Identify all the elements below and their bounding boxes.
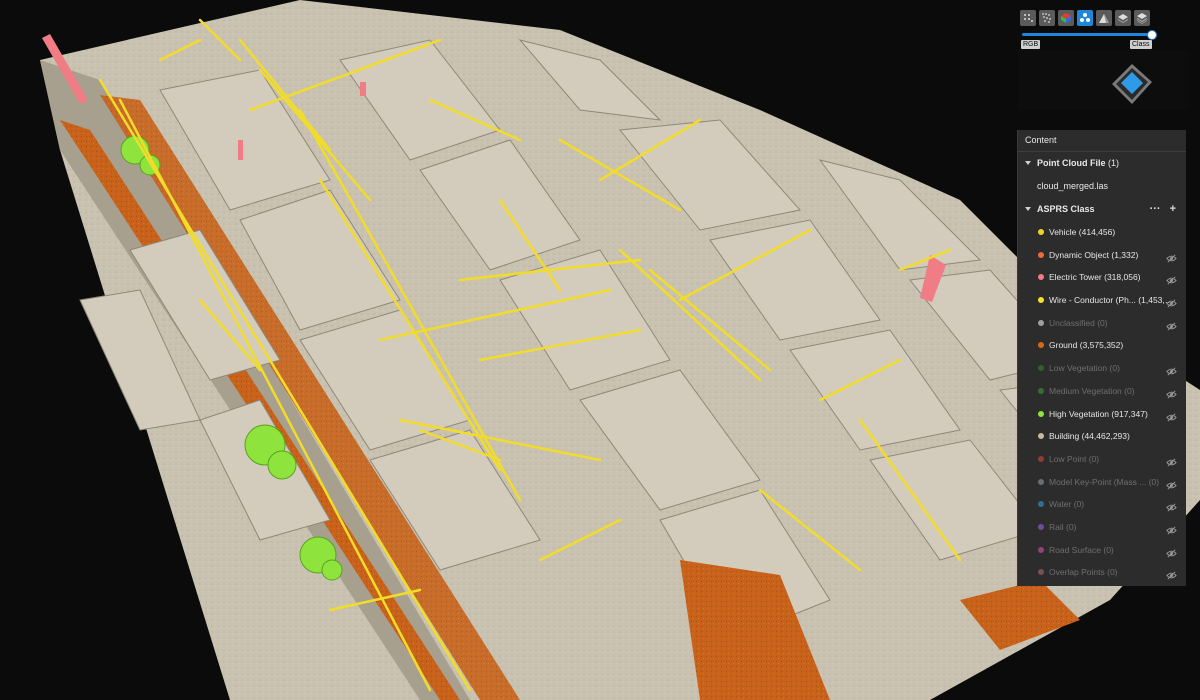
class-color-dot [1038,569,1044,576]
class-label: Unclassified (0) [1049,317,1108,328]
visibility-toggle-icon[interactable] [1166,272,1177,285]
class-color-dot [1038,297,1044,304]
view-mode-toolbar [1020,10,1150,26]
class-list: Vehicle (414,456) Dynamic Object (1,332) E… [1018,221,1186,584]
visibility-toggle-icon[interactable] [1166,318,1177,331]
class-label: Medium Vegetation (0) [1049,385,1135,396]
elevation-icon[interactable] [1096,10,1112,26]
visibility-toggle-icon[interactable] [1166,522,1177,535]
class-color-dot [1038,229,1044,235]
minimap-area [1018,50,1188,110]
visibility-toggle-icon[interactable] [1166,454,1177,467]
add-class-icon[interactable]: + [1170,198,1176,221]
visibility-toggle-icon[interactable] [1166,477,1177,490]
collapse-triangle-icon[interactable] [1025,161,1031,165]
layers-stack-icon[interactable] [1134,10,1150,26]
class-item[interactable]: High Vegetation (917,347) [1018,403,1186,426]
class-color-dot [1038,523,1044,530]
class-item[interactable]: Road Surface (0) [1018,539,1186,562]
class-label: High Vegetation (917,347) [1049,408,1148,419]
file-item[interactable]: cloud_merged.las [1018,175,1186,198]
class-label: Model Key-Point (Mass ... (0) [1049,476,1160,487]
class-item[interactable]: Electric Tower (318,056) [1018,266,1186,289]
class-item[interactable]: Ground (3,575,352) [1018,334,1186,357]
class-item[interactable]: Wire - Conductor (Ph... (1,453,870) [1018,289,1186,312]
class-color-dot [1038,342,1044,349]
class-color-dot [1038,365,1044,372]
class-dots-icon[interactable] [1077,10,1093,26]
class-label: Road Surface (0) [1049,544,1114,555]
slider-left-label: RGB [1021,40,1041,49]
content-panel: Content Point Cloud File (1) cloud_merge… [1017,130,1186,586]
navigation-cube-icon[interactable] [1110,62,1154,106]
visibility-toggle-icon[interactable] [1166,545,1177,558]
layers-icon[interactable] [1115,10,1131,26]
class-label: Vehicle (414,456) [1049,227,1116,237]
class-label: Overlap Points (0) [1049,567,1118,578]
class-item[interactable]: Water (0) [1018,493,1186,516]
section-label: Point Cloud File [1037,158,1106,168]
visibility-toggle-icon[interactable] [1166,409,1177,421]
section-label: ASPRS Class [1037,204,1095,214]
visibility-toggle-icon[interactable] [1166,363,1177,376]
class-label: Water (0) [1049,499,1085,510]
class-color-dot [1038,478,1044,485]
class-item[interactable]: Building (44,462,293) [1018,425,1186,448]
scatter-grid-icon[interactable] [1020,10,1036,26]
visibility-toggle-icon[interactable] [1166,567,1177,580]
panel-title: Content [1018,130,1186,152]
class-color-dot [1038,433,1044,440]
visibility-toggle-icon[interactable] [1166,499,1177,512]
point-cloud-file-section[interactable]: Point Cloud File (1) [1018,152,1186,175]
class-color-dot [1038,501,1044,508]
scatter-dense-icon[interactable] [1039,10,1055,26]
class-item[interactable]: Model Key-Point (Mass ... (0) [1018,471,1186,494]
class-item[interactable]: Unclassified (0) [1018,312,1186,335]
class-label: Electric Tower (318,056) [1049,272,1141,283]
class-color-dot [1038,251,1044,258]
asprs-class-section[interactable]: ASPRS Class ··· + [1018,198,1186,221]
more-options-icon[interactable]: ··· [1150,198,1161,221]
class-item[interactable]: Vehicle (414,456) [1018,221,1186,244]
collapse-triangle-icon[interactable] [1025,207,1031,211]
class-color-dot [1038,274,1044,281]
class-label: Rail (0) [1049,521,1077,532]
class-label: Low Point (0) [1049,453,1100,464]
class-color-dot [1038,410,1044,417]
class-item[interactable]: Rail (0) [1018,516,1186,539]
section-count: (1) [1108,158,1120,168]
class-label: Low Vegetation (0) [1049,363,1120,374]
rgb-class-slider-handle[interactable] [1147,30,1157,40]
class-label: Wire - Conductor (Ph... (1,453,870) [1049,295,1177,306]
class-item[interactable]: Low Vegetation (0) [1018,357,1186,380]
class-color-dot [1038,387,1044,394]
class-label: Building (44,462,293) [1049,431,1130,442]
class-color-dot [1038,546,1044,553]
rgb-cube-icon[interactable] [1058,10,1074,26]
class-color-dot [1038,455,1044,462]
class-color-dot [1038,319,1044,326]
slider-right-label: Class [1130,40,1152,49]
class-item[interactable]: Low Point (0) [1018,448,1186,471]
class-label: Ground (3,575,352) [1049,340,1124,351]
class-item[interactable]: Overlap Points (0) [1018,561,1186,584]
rgb-class-slider-track[interactable] [1022,33,1153,36]
class-item[interactable]: Medium Vegetation (0) [1018,380,1186,403]
visibility-toggle-icon[interactable] [1166,250,1177,263]
class-label: Dynamic Object (1,332) [1049,249,1139,260]
class-item[interactable]: Dynamic Object (1,332) [1018,244,1186,267]
visibility-toggle-icon[interactable] [1166,386,1177,399]
visibility-toggle-icon[interactable] [1166,295,1177,308]
